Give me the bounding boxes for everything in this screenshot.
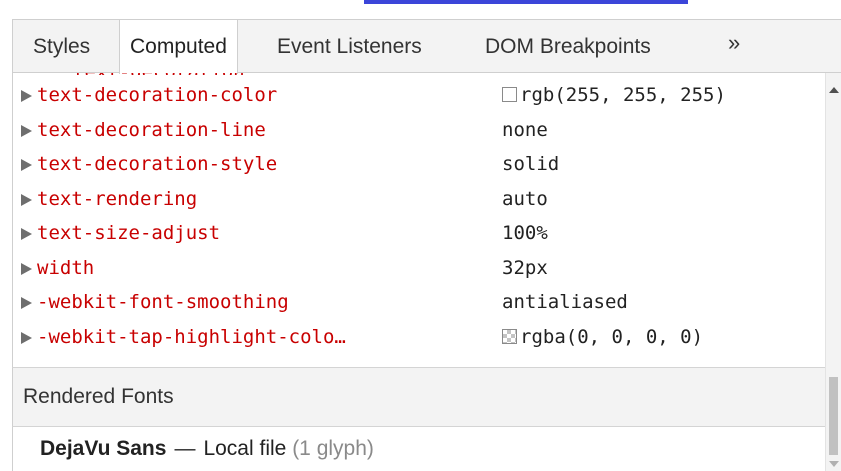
arrow-up-icon[interactable] [829, 87, 839, 93]
property-value: antialiased [502, 285, 628, 319]
sidebar-tab-bar: Styles Computed Event Listeners DOM Brea… [12, 19, 841, 74]
font-glyph-count: (1 glyph) [292, 437, 374, 460]
triangle-right-icon[interactable] [21, 90, 32, 102]
property-value: rgba(0, 0, 0, 0) [502, 320, 703, 354]
tab-dom-breakpoints[interactable]: DOM Breakpoints [485, 20, 651, 73]
property-name: -webkit-tap-highlight-colo… [37, 325, 346, 348]
tab-styles[interactable]: Styles [33, 20, 90, 73]
property-value-text: solid [502, 153, 560, 175]
property-name: text-rendering [37, 187, 198, 210]
rendered-fonts-header[interactable]: Rendered Fonts [12, 367, 825, 427]
property-value: auto [502, 182, 548, 216]
property-value-text: auto [502, 187, 548, 210]
property-name: width [37, 256, 95, 279]
property-value: none [502, 113, 548, 147]
property-name: text-decoration-style [37, 153, 278, 175]
vertical-scrollbar[interactable] [825, 73, 841, 471]
property-row[interactable]: text-size-adjust 100% [13, 216, 825, 250]
property-value-text: 100% [502, 222, 548, 244]
triangle-right-icon[interactable] [21, 297, 32, 309]
triangle-right-icon[interactable] [21, 228, 32, 240]
triangle-right-icon[interactable] [21, 193, 32, 206]
property-value-text: rgb(255, 255, 255) [520, 84, 726, 106]
triangle-right-icon[interactable] [21, 124, 32, 137]
rendered-font-entry: DejaVu Sans — Local file (1 glyph) [12, 427, 825, 471]
active-indicator [364, 0, 688, 4]
color-swatch[interactable] [502, 328, 517, 344]
property-name: text-decoration-color [37, 84, 278, 106]
property-row[interactable]: -webkit-font-smoothing antialiased [13, 285, 825, 319]
more-tabs-chevron-icon[interactable]: » [728, 20, 740, 66]
triangle-right-icon[interactable] [21, 159, 32, 171]
tab-event-listeners[interactable]: Event Listeners [277, 20, 422, 73]
font-dash: — [174, 437, 196, 460]
computed-properties-list: text-decoration text-decoration-color rgb… [12, 73, 825, 367]
scrollbar-thumb[interactable] [829, 377, 838, 455]
property-value-text: 32px [502, 256, 548, 279]
tab-computed[interactable]: Computed [119, 20, 238, 74]
property-value: solid [502, 147, 559, 181]
property-row[interactable]: width 32px [13, 251, 825, 285]
font-name: DejaVu Sans [40, 437, 167, 460]
property-value-text: none [502, 118, 548, 141]
property-row[interactable]: text-rendering auto [13, 182, 825, 216]
top-strip [0, 0, 841, 19]
triangle-right-icon[interactable] [21, 262, 32, 275]
property-value: rgb(255, 255, 255) [502, 78, 726, 112]
property-name: text-size-adjust [37, 222, 221, 244]
property-row[interactable]: text-decoration-color rgb(255, 255, 255) [13, 78, 825, 112]
property-row[interactable]: -webkit-tap-highlight-colo… rgba(0, 0, 0,… [13, 320, 825, 354]
property-value: 100% [502, 216, 548, 250]
triangle-right-icon[interactable] [21, 331, 32, 344]
property-value-text: rgba(0, 0, 0, 0) [520, 325, 704, 348]
font-source: Local file [203, 437, 287, 460]
color-swatch[interactable] [502, 87, 517, 102]
property-name: text-decoration-line [37, 118, 266, 141]
property-value: 32px [502, 251, 548, 285]
property-name: -webkit-font-smoothing [37, 291, 289, 313]
property-row[interactable]: text-decoration-style solid [13, 147, 825, 181]
property-row[interactable]: text-decoration-line none [13, 113, 825, 147]
devtools-computed-panel: Styles Computed Event Listeners DOM Brea… [0, 0, 841, 471]
clipped-row-remnant: text-decoration [73, 73, 245, 75]
arrow-down-icon[interactable] [829, 461, 839, 467]
property-value-text: antialiased [502, 291, 628, 313]
